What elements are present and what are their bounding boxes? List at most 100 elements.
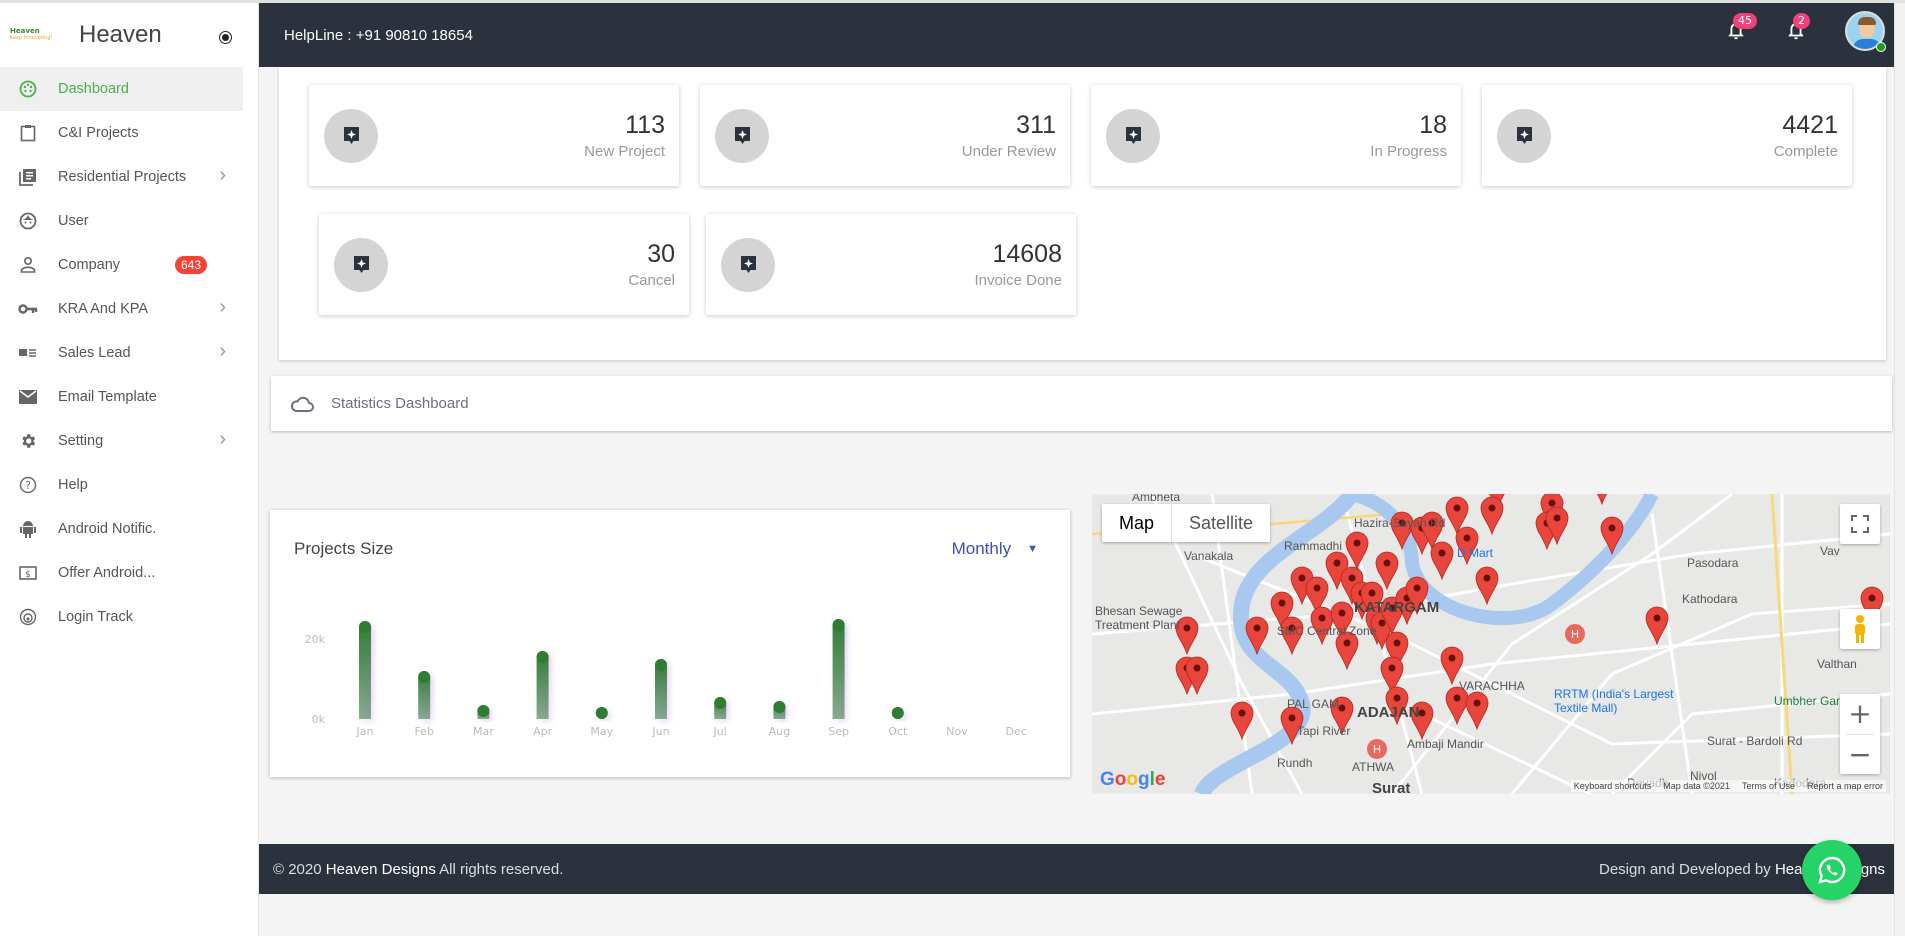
fullscreen-icon bbox=[1851, 515, 1869, 533]
notifications-button[interactable]: 45 bbox=[1725, 13, 1757, 43]
chevron-right-icon: › bbox=[219, 164, 226, 186]
x-tick-label: Jul bbox=[713, 725, 727, 738]
map-place-label: Rundh bbox=[1277, 756, 1313, 770]
zoom-out-button[interactable]: − bbox=[1848, 734, 1871, 774]
project-location-pin[interactable] bbox=[1345, 531, 1369, 571]
map-type-satellite-button[interactable]: Satellite bbox=[1172, 504, 1270, 542]
sidebar-item-user[interactable]: User bbox=[0, 199, 258, 243]
stat-card-icon-circle bbox=[715, 109, 769, 163]
x-tick-label: Jan bbox=[356, 725, 374, 738]
terms-of-use-link[interactable]: Terms of Use bbox=[1742, 781, 1795, 791]
dollar-box-icon: $ bbox=[18, 563, 38, 583]
period-select[interactable]: Monthly ▼ bbox=[952, 539, 1038, 559]
map-place-label: Rammadhi bbox=[1284, 539, 1343, 553]
online-status-dot bbox=[1876, 42, 1886, 52]
bar-cap-jan bbox=[359, 621, 371, 633]
stat-card-complete[interactable]: 4421 Complete bbox=[1482, 85, 1852, 186]
caret-down-icon: ▼ bbox=[1027, 543, 1038, 555]
sidebar-item-sales-lead[interactable]: Sales Lead › bbox=[0, 331, 258, 375]
sidebar-item-help[interactable]: ? Help bbox=[0, 463, 258, 507]
map-place-label: Valthan bbox=[1817, 657, 1857, 671]
summary-panel: 113 New Project 311 Under Review 18 In Progre… bbox=[279, 67, 1886, 360]
google-logo[interactable]: Google bbox=[1100, 769, 1165, 791]
fullscreen-button[interactable] bbox=[1840, 504, 1880, 544]
bar-cap-feb bbox=[418, 671, 431, 683]
keyboard-shortcuts-link[interactable]: Keyboard shortcuts bbox=[1574, 781, 1652, 791]
helpline-text: HelpLine : +91 90810 18654 bbox=[284, 26, 473, 44]
brand-logo[interactable]: Heaven Keep Innovating! bbox=[10, 24, 58, 46]
street-view-pegman[interactable] bbox=[1840, 609, 1880, 649]
sidebar-item-android-notific[interactable]: Android Notific. bbox=[0, 507, 258, 551]
face-icon bbox=[18, 211, 38, 231]
zoom-in-button[interactable]: + bbox=[1848, 694, 1871, 734]
sidebar-item-offer-android[interactable]: $ Offer Android... bbox=[0, 551, 258, 595]
sidebar-item-dashboard[interactable]: Dashboard bbox=[0, 67, 243, 111]
stat-card-icon-circle bbox=[324, 109, 378, 163]
x-tick-label: May bbox=[590, 725, 613, 738]
x-tick-label: Sep bbox=[828, 725, 849, 738]
stat-card-new-project[interactable]: 113 New Project bbox=[309, 85, 679, 186]
sidebar-item-label: C&I Projects bbox=[58, 125, 139, 141]
track-icon bbox=[18, 607, 38, 627]
map-place-label: Vanakala bbox=[1184, 549, 1234, 563]
sidebar: Heaven Keep Innovating! Heaven Dashboard… bbox=[0, 3, 259, 936]
statistics-dashboard-header[interactable]: Statistics Dashboard bbox=[271, 376, 1892, 431]
chevron-right-icon: › bbox=[219, 296, 226, 318]
project-location-pin[interactable] bbox=[1465, 691, 1489, 731]
bar-sep[interactable] bbox=[832, 619, 845, 719]
sidebar-item-kra-and-kpa[interactable]: KRA And KPA › bbox=[0, 287, 258, 331]
alerts-button[interactable]: 2 bbox=[1785, 13, 1810, 43]
map-place-label: Surat - Bardoli Rd bbox=[1707, 734, 1803, 748]
sidebar-item-login-track[interactable]: Login Track bbox=[0, 595, 258, 639]
sidebar-item-c-i-projects[interactable]: C&I Projects bbox=[0, 111, 258, 155]
projects-map[interactable]: H H Ambheta Vanakala Rammadhi Bhesan Sewage … bbox=[1092, 494, 1890, 794]
user-menu[interactable] bbox=[1845, 11, 1886, 52]
stat-card-icon-circle bbox=[1497, 109, 1551, 163]
star-marker-icon bbox=[353, 255, 370, 275]
whatsapp-icon bbox=[1818, 856, 1846, 884]
report-map-error-link[interactable]: Report a map error bbox=[1807, 781, 1883, 791]
x-tick-label: Apr bbox=[533, 725, 553, 738]
project-location-pin[interactable] bbox=[1375, 551, 1399, 591]
stat-card-icon-circle bbox=[334, 238, 388, 292]
map-place-label: D Mart bbox=[1457, 546, 1493, 560]
map-type-control: Map Satellite bbox=[1102, 504, 1271, 542]
stat-card-label: New Project bbox=[584, 143, 665, 160]
projects-size-chart-card: 0k 20k Jan Feb Mar Apr May Jun Jul Aug Sep Oct Nov De… bbox=[270, 510, 1070, 777]
sidebar-toggle-radio[interactable] bbox=[219, 31, 232, 44]
y-tick-label: 0k bbox=[312, 713, 326, 726]
project-location-pin[interactable] bbox=[1475, 566, 1499, 606]
stat-card-cancel[interactable]: 30 Cancel bbox=[319, 214, 689, 315]
x-tick-label: Dec bbox=[1006, 725, 1027, 738]
sidebar-item-email-template[interactable]: Email Template bbox=[0, 375, 258, 419]
sidebar-item-company[interactable]: Company 643 bbox=[0, 243, 258, 287]
map-place-label: ADAJAN bbox=[1357, 704, 1420, 721]
project-location-pin[interactable] bbox=[1480, 496, 1504, 536]
stat-card-invoice-done[interactable]: 14608 Invoice Done bbox=[706, 214, 1076, 315]
header-actions: 45 2 bbox=[1725, 11, 1886, 52]
bar-jan[interactable] bbox=[359, 621, 371, 719]
period-select-value: Monthly bbox=[951, 539, 1012, 558]
map-place-label: Hazira-Sayan Rd bbox=[1354, 516, 1446, 530]
top-header: HelpLine : +91 90810 18654 45 2 bbox=[259, 3, 1905, 67]
sidebar-item-label: User bbox=[58, 213, 89, 229]
project-location-pin[interactable] bbox=[1645, 606, 1669, 646]
star-marker-icon bbox=[1516, 126, 1533, 146]
bar-cap-oct bbox=[891, 707, 904, 719]
stat-card-in-progress[interactable]: 18 In Progress bbox=[1091, 85, 1461, 186]
stat-card-under-review[interactable]: 311 Under Review bbox=[700, 85, 1070, 186]
sidebar-item-setting[interactable]: Setting › bbox=[0, 419, 258, 463]
sidebar-item-label: Setting bbox=[58, 433, 104, 449]
alerts-badge: 2 bbox=[1793, 13, 1810, 29]
pegman-icon bbox=[1855, 615, 1865, 643]
project-location-pin[interactable] bbox=[1591, 494, 1613, 506]
page-scrollbar[interactable] bbox=[1894, 3, 1905, 936]
sidebar-item-residential-projects[interactable]: Residential Projects › bbox=[0, 155, 258, 199]
project-location-pin[interactable] bbox=[1230, 701, 1254, 741]
map-type-map-button[interactable]: Map bbox=[1102, 504, 1173, 542]
project-location-pin[interactable] bbox=[1430, 541, 1454, 581]
whatsapp-button[interactable] bbox=[1802, 840, 1862, 900]
company-link[interactable]: Heaven Designs bbox=[326, 861, 436, 878]
clipboard-icon bbox=[18, 123, 38, 143]
svg-text:?: ? bbox=[25, 479, 31, 492]
